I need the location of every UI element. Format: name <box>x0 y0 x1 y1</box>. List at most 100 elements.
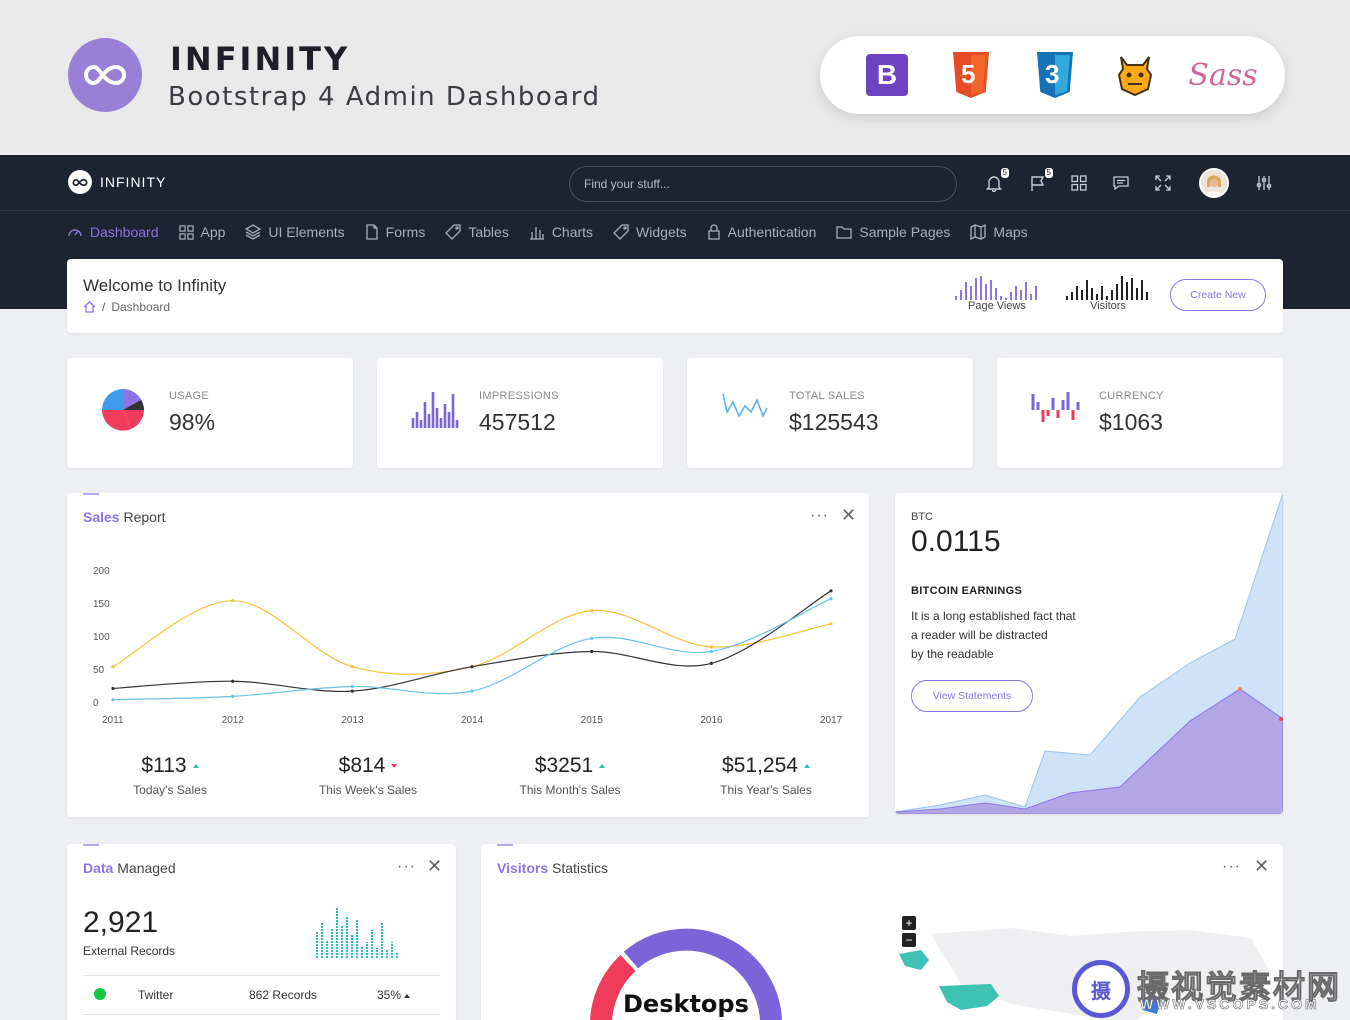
create-new-button[interactable]: Create New <box>1170 279 1266 311</box>
banner-subtitle: Bootstrap 4 Admin Dashboard <box>168 82 601 112</box>
todays-sales-amount: $113 <box>141 754 187 777</box>
nav-sample-pages[interactable]: Sample Pages <box>836 222 950 242</box>
nav-widgets[interactable]: Widgets <box>613 222 687 242</box>
impressions-bars-icon <box>411 392 459 428</box>
records-count: 2,921 <box>83 906 159 939</box>
series-line <box>112 590 832 693</box>
fullscreen-icon[interactable] <box>1152 172 1174 194</box>
nav-label-maps: Maps <box>993 224 1028 240</box>
series-point <box>111 686 115 691</box>
brand-logo-icon[interactable] <box>68 170 92 194</box>
brand-name[interactable]: INFINITY <box>100 174 166 190</box>
usage-label: USAGE <box>169 390 210 402</box>
notifications-badge: 5 <box>1000 168 1009 178</box>
nav-label-sample-pages: Sample Pages <box>859 224 951 240</box>
nav-tables[interactable]: Tables <box>445 222 509 242</box>
currency-stat-card: CURRENCY $1063 <box>997 358 1283 468</box>
chat-icon[interactable] <box>1110 172 1132 194</box>
card-header-accent <box>497 844 513 846</box>
y-tick-label: 200 <box>93 566 110 577</box>
home-icon[interactable] <box>83 301 96 313</box>
source-name: Twitter <box>138 988 174 1002</box>
nav-maps[interactable]: Maps <box>970 222 1028 242</box>
x-tick-label: 2011 <box>102 715 124 726</box>
nav-charts[interactable]: Charts <box>529 222 593 242</box>
week-sales-label: This Week's Sales <box>318 783 418 797</box>
y-tick-label: 0 <box>93 698 99 709</box>
series-point <box>231 679 235 683</box>
watermark-logo-char: 摄 <box>1091 980 1111 1003</box>
series-point <box>350 689 354 693</box>
close-icon[interactable]: ✕ <box>427 856 442 877</box>
week-sales-amount: $814 <box>338 754 386 777</box>
search-input[interactable] <box>569 166 957 202</box>
more-options-icon[interactable]: ··· <box>397 858 416 876</box>
series-point <box>231 599 235 603</box>
css3-icon: 3 <box>1032 52 1078 98</box>
btc-label: BTC <box>911 511 933 523</box>
welcome-card: Welcome to Infinity / Dashboard Page Vie… <box>67 259 1283 333</box>
main-nav: Dashboard App UI Elements Forms Tables C… <box>67 222 1048 242</box>
usage-stat-card: USAGE 98% <box>67 358 353 468</box>
nav-authentication[interactable]: Authentication <box>707 222 816 242</box>
series-point <box>111 665 115 669</box>
more-options-icon[interactable]: ··· <box>1222 858 1241 876</box>
sales-report-card: Sales Report ··· ✕ 200 150 100 50 0 2011 2012 2… <box>67 493 869 817</box>
data-managed-card: Data Managed ··· ✕ 2,921 External Record… <box>67 844 456 1020</box>
y-tick-label: 150 <box>93 599 110 610</box>
nav-forms[interactable]: Forms <box>365 222 425 242</box>
settings-sliders-icon[interactable] <box>1253 172 1275 194</box>
series-point <box>590 636 594 640</box>
visitors-title: Visitors Statistics <box>497 860 608 876</box>
y-tick-label: 50 <box>93 665 105 676</box>
layers-icon <box>245 224 262 240</box>
series-point <box>709 645 713 649</box>
file-icon <box>366 224 378 240</box>
user-avatar[interactable] <box>1199 168 1229 198</box>
nav-ui-elements[interactable]: UI Elements <box>245 222 345 242</box>
status-dot <box>94 988 106 1000</box>
flag-icon[interactable]: 5 <box>1027 168 1053 194</box>
infinity-logo-icon <box>68 38 142 112</box>
trend-up-icon <box>599 764 606 769</box>
more-options-icon[interactable]: ··· <box>810 507 829 525</box>
nav-app[interactable]: App <box>178 222 225 242</box>
x-tick-label: 2016 <box>700 715 723 726</box>
map-icon <box>970 224 987 240</box>
nav-dashboard[interactable]: Dashboard <box>67 222 159 242</box>
currency-value: $1063 <box>1099 409 1163 435</box>
series-point <box>111 698 115 702</box>
close-icon[interactable]: ✕ <box>1254 856 1269 877</box>
watermark-url: WWW.VSCOPS.COM <box>1140 996 1320 1013</box>
trend-up-icon <box>803 764 810 769</box>
series-point <box>590 609 594 613</box>
apps-grid-icon[interactable] <box>1068 172 1090 194</box>
series-point <box>829 597 833 601</box>
btc-value: 0.0115 <box>911 525 1001 558</box>
sales-line-chart: 200 150 100 50 02011 2012 2013 2014 2015 2016 2017 <box>93 566 843 726</box>
total-sales-stat-card: TOTAL SALES $125543 <box>687 358 973 468</box>
breadcrumb-current: Dashboard <box>111 300 171 314</box>
page-title: Welcome to Infinity <box>83 276 227 295</box>
series-point <box>231 694 235 698</box>
trend-down-icon <box>391 764 398 769</box>
data-title-rest: Managed <box>113 860 176 876</box>
x-tick-label: 2015 <box>581 715 604 726</box>
breadcrumb-separator: / <box>102 300 106 314</box>
currency-bars-icon <box>1031 392 1080 422</box>
todays-sales-value: $113 <box>105 754 235 778</box>
impressions-label: IMPRESSIONS <box>479 390 559 402</box>
bell-icon[interactable]: 5 <box>983 168 1009 194</box>
html5-digit: 5 <box>961 59 976 89</box>
flags-badge: 5 <box>1044 168 1053 178</box>
view-statements-button[interactable]: View Statements <box>911 680 1033 712</box>
sales-line-icon <box>722 393 768 418</box>
css3-digit: 3 <box>1045 59 1060 89</box>
nav-label-dashboard: Dashboard <box>90 224 159 240</box>
html5-icon: 5 <box>948 52 994 98</box>
header-divider <box>0 210 1350 211</box>
close-icon[interactable]: ✕ <box>841 505 856 526</box>
lock-icon <box>707 224 720 240</box>
series-point <box>470 665 474 669</box>
year-sales-label: This Year's Sales <box>720 783 812 797</box>
